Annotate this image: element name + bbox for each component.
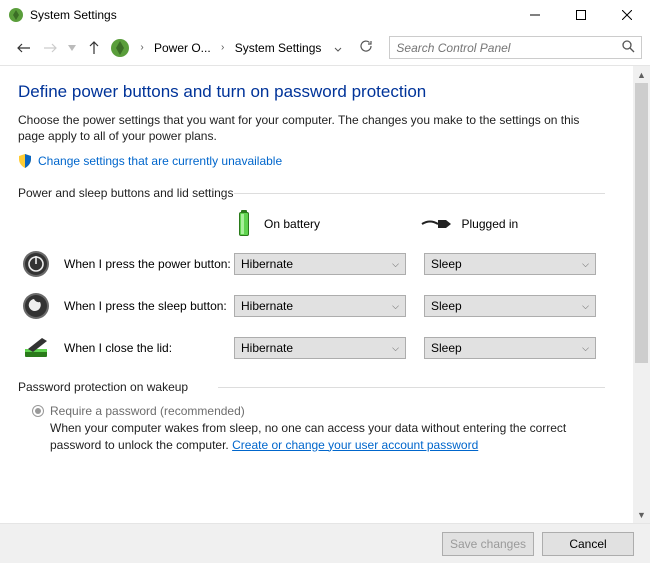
radio-description: When your computer wakes from sleep, no … <box>32 420 605 452</box>
titlebar: System Settings <box>0 0 650 30</box>
forward-button[interactable] <box>40 38 60 58</box>
cancel-button[interactable]: Cancel <box>542 532 634 556</box>
search-input[interactable] <box>396 41 622 55</box>
save-button[interactable]: Save changes <box>442 532 534 556</box>
lid-icon <box>22 334 50 362</box>
select-sleep-battery[interactable]: Hibernate ⌵ <box>234 295 406 317</box>
radio-require-password: Require a password (recommended) <box>32 404 605 418</box>
row-power-label: When I press the power button: <box>64 257 234 272</box>
chevron-right-icon[interactable]: › <box>136 42 148 53</box>
maximize-button[interactable] <box>558 0 604 30</box>
row-sleep-button: When I press the sleep button: Hibernate… <box>18 292 605 320</box>
footer: Save changes Cancel <box>0 523 650 563</box>
chevron-down-icon: ⌵ <box>582 343 589 354</box>
create-password-link[interactable]: Create or change your user account passw… <box>232 438 478 452</box>
close-button[interactable] <box>604 0 650 30</box>
column-headers: On battery Plugged in <box>18 210 605 238</box>
select-value: Hibernate <box>241 257 293 271</box>
battery-icon <box>234 210 254 238</box>
select-lid-battery[interactable]: Hibernate ⌵ <box>234 337 406 359</box>
select-power-battery[interactable]: Hibernate ⌵ <box>234 253 406 275</box>
select-power-plugged[interactable]: Sleep ⌵ <box>424 253 596 275</box>
row-lid: When I close the lid: Hibernate ⌵ Sleep ⌵ <box>18 334 605 362</box>
search-box[interactable] <box>389 36 642 59</box>
plug-icon <box>420 217 452 231</box>
chevron-down-icon: ⌵ <box>392 343 399 354</box>
radio-icon <box>32 405 44 417</box>
chevron-down-icon: ⌵ <box>392 259 399 270</box>
vertical-scrollbar[interactable]: ▲ ▼ <box>633 66 650 523</box>
admin-link[interactable]: Change settings that are currently unava… <box>18 154 605 168</box>
breadcrumb[interactable]: › Power O... › System Settings <box>110 38 321 58</box>
admin-link-text: Change settings that are currently unava… <box>38 154 282 168</box>
sleep-button-icon <box>22 292 50 320</box>
scroll-down-button[interactable]: ▼ <box>633 506 650 523</box>
refresh-button[interactable] <box>357 39 375 56</box>
breadcrumb-icon <box>110 38 130 58</box>
select-value: Hibernate <box>241 341 293 355</box>
page-title: Define power buttons and turn on passwor… <box>18 82 605 102</box>
breadcrumb-power[interactable]: Power O... <box>154 41 211 55</box>
select-value: Sleep <box>431 341 462 355</box>
select-sleep-plugged[interactable]: Sleep ⌵ <box>424 295 596 317</box>
breadcrumb-system-settings[interactable]: System Settings <box>235 41 322 55</box>
scroll-up-button[interactable]: ▲ <box>633 66 650 83</box>
col-battery-label: On battery <box>264 217 320 231</box>
select-value: Sleep <box>431 257 462 271</box>
row-sleep-label: When I press the sleep button: <box>64 299 234 314</box>
navbar: › Power O... › System Settings <box>0 30 650 66</box>
group-power-sleep-title: Power and sleep buttons and lid settings <box>18 186 605 200</box>
row-lid-label: When I close the lid: <box>64 341 234 356</box>
select-lid-plugged[interactable]: Sleep ⌵ <box>424 337 596 359</box>
power-button-icon <box>22 250 50 278</box>
back-button[interactable] <box>14 38 34 58</box>
chevron-down-icon: ⌵ <box>582 301 589 312</box>
breadcrumb-dropdown[interactable] <box>327 41 349 55</box>
group-password-title: Password protection on wakeup <box>18 380 605 394</box>
history-dropdown[interactable] <box>66 38 78 58</box>
row-power-button: When I press the power button: Hibernate… <box>18 250 605 278</box>
col-plugged-label: Plugged in <box>462 217 519 231</box>
select-value: Hibernate <box>241 299 293 313</box>
select-value: Sleep <box>431 299 462 313</box>
content: Define power buttons and turn on passwor… <box>0 66 633 523</box>
shield-icon <box>18 154 32 168</box>
window-title: System Settings <box>30 8 512 22</box>
chevron-down-icon: ⌵ <box>582 259 589 270</box>
chevron-down-icon: ⌵ <box>392 301 399 312</box>
search-icon[interactable] <box>622 40 635 56</box>
radio-label: Require a password (recommended) <box>50 404 245 418</box>
chevron-right-icon[interactable]: › <box>217 42 229 53</box>
up-button[interactable] <box>84 38 104 58</box>
page-description: Choose the power settings that you want … <box>18 112 605 144</box>
minimize-button[interactable] <box>512 0 558 30</box>
app-icon <box>8 7 24 23</box>
scroll-thumb[interactable] <box>635 83 648 363</box>
